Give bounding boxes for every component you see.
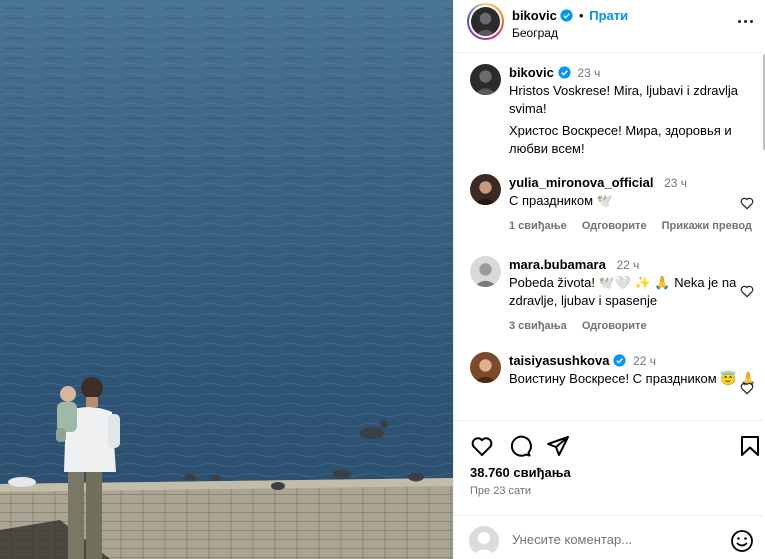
comment-time: 22 ч <box>633 354 657 368</box>
comment-time: 23 ч <box>664 176 688 190</box>
author-avatar[interactable] <box>467 3 504 40</box>
post-header: bikovic • Прати Београд <box>454 0 764 53</box>
heart-icon[interactable] <box>739 195 754 211</box>
comment-likes[interactable]: 3 свиђања <box>509 320 567 332</box>
photo-scene <box>0 0 453 559</box>
show-translation-button[interactable]: Прикажи превод <box>662 220 752 232</box>
comment-likes[interactable]: 1 свиђање <box>509 220 567 232</box>
emoji-icon[interactable] <box>730 529 754 553</box>
heart-icon[interactable] <box>739 283 754 299</box>
comment-text: Воистину Воскресе! С праздником 😇 🙏 <box>509 371 754 386</box>
comment-text: С праздником 🕊️ <box>509 193 613 208</box>
post-actions: 38.760 свиђања Пре 23 сати <box>454 420 764 515</box>
heart-icon[interactable] <box>470 434 494 458</box>
comments-list[interactable]: bikovic 23 ч Hristos Voskrese! Mira, lju… <box>454 54 754 420</box>
bookmark-icon[interactable] <box>738 434 762 458</box>
verified-badge-icon <box>560 9 574 22</box>
comment-time: 22 ч <box>616 258 640 272</box>
comment-username[interactable]: mara.bubamara <box>509 257 606 272</box>
likes-count[interactable]: 38.760 свиђања <box>470 465 571 480</box>
caption-line: Hristos Voskrese! Mira, ljubavi i zdravl… <box>509 83 739 116</box>
caption-time: 23 ч <box>577 66 601 80</box>
post-time[interactable]: Пре 23 сати <box>470 485 531 497</box>
comment-username[interactable]: yulia_mironova_official <box>509 175 654 190</box>
author-line: bikovic • Прати <box>512 8 628 23</box>
comment-form <box>454 515 764 559</box>
caption-username[interactable]: bikovic <box>509 65 554 80</box>
commenter-avatar[interactable] <box>470 256 501 287</box>
author-username[interactable]: bikovic <box>512 8 557 23</box>
comment-text: Pobeda života! 🕊️🤍 ✨ 🙏 Neka je na zdravl… <box>509 275 737 308</box>
comment-icon[interactable] <box>508 434 532 458</box>
comment-input[interactable] <box>512 529 722 549</box>
comment-meta: 1 свиђање Одговорите Прикажи превод <box>509 220 754 232</box>
current-user-avatar <box>469 526 499 556</box>
author-avatar-image <box>471 7 500 36</box>
commenter-avatar[interactable] <box>470 174 501 205</box>
post-location[interactable]: Београд <box>512 26 558 40</box>
caption-line: Христос Воскресе! Мира, здоровья и любви… <box>509 123 732 156</box>
author-avatar[interactable] <box>470 64 501 95</box>
heart-icon[interactable] <box>739 380 754 396</box>
reply-button[interactable]: Одговорите <box>582 220 647 232</box>
verified-badge-icon <box>558 66 571 79</box>
follow-button[interactable]: Прати <box>589 8 628 23</box>
paper-plane-icon[interactable] <box>546 434 570 458</box>
comment-meta: 3 свиђања Одговорите <box>509 320 659 332</box>
post-photo[interactable] <box>0 0 453 559</box>
separator-dot: • <box>579 8 584 23</box>
verified-badge-icon <box>613 354 627 367</box>
more-horizontal-icon[interactable] <box>738 15 756 27</box>
post-side-panel: bikovic • Прати Београд bikovic 23 ч Hri… <box>453 0 765 559</box>
commenter-avatar[interactable] <box>470 352 501 383</box>
reply-button[interactable]: Одговорите <box>582 320 647 332</box>
comment-username[interactable]: taisiyasushkova <box>509 353 609 368</box>
